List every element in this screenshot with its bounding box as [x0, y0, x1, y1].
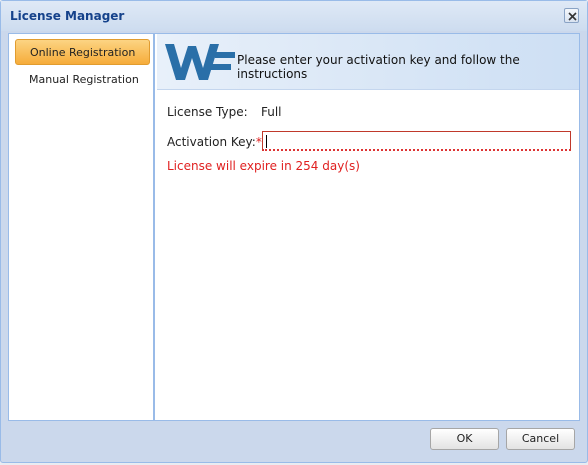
- banner: WF Please enter your activation key and …: [157, 34, 579, 90]
- wf-logo-icon: WF: [165, 44, 235, 80]
- window-title: License Manager: [10, 9, 125, 23]
- sidebar: Online Registration Manual Registration: [9, 34, 155, 420]
- license-type-label: License Type:: [167, 105, 248, 119]
- sidebar-item-manual-registration[interactable]: Manual Registration: [15, 67, 150, 93]
- license-manager-dialog: License Manager Online Registration Manu…: [0, 0, 588, 463]
- close-icon: [568, 12, 577, 21]
- sidebar-item-label: Online Registration: [30, 46, 136, 59]
- expiry-message: License will expire in 254 day(s): [167, 159, 360, 173]
- footer: OK Cancel: [1, 423, 587, 463]
- ok-button[interactable]: OK: [430, 428, 499, 450]
- cancel-button[interactable]: Cancel: [506, 428, 575, 450]
- required-marker: *: [255, 135, 262, 149]
- sidebar-item-online-registration[interactable]: Online Registration: [15, 39, 150, 65]
- text-cursor: [266, 135, 267, 148]
- title-bar[interactable]: License Manager: [1, 1, 587, 31]
- sidebar-item-label: Manual Registration: [29, 73, 139, 86]
- banner-message: Please enter your activation key and fol…: [237, 53, 520, 81]
- dialog-body: Online Registration Manual Registration …: [8, 33, 580, 421]
- activation-key-input[interactable]: [262, 131, 571, 151]
- license-type-value: Full: [261, 105, 282, 119]
- main-panel: WF Please enter your activation key and …: [157, 34, 579, 420]
- close-button[interactable]: [564, 8, 579, 23]
- activation-key-label: Activation Key:*: [167, 135, 262, 149]
